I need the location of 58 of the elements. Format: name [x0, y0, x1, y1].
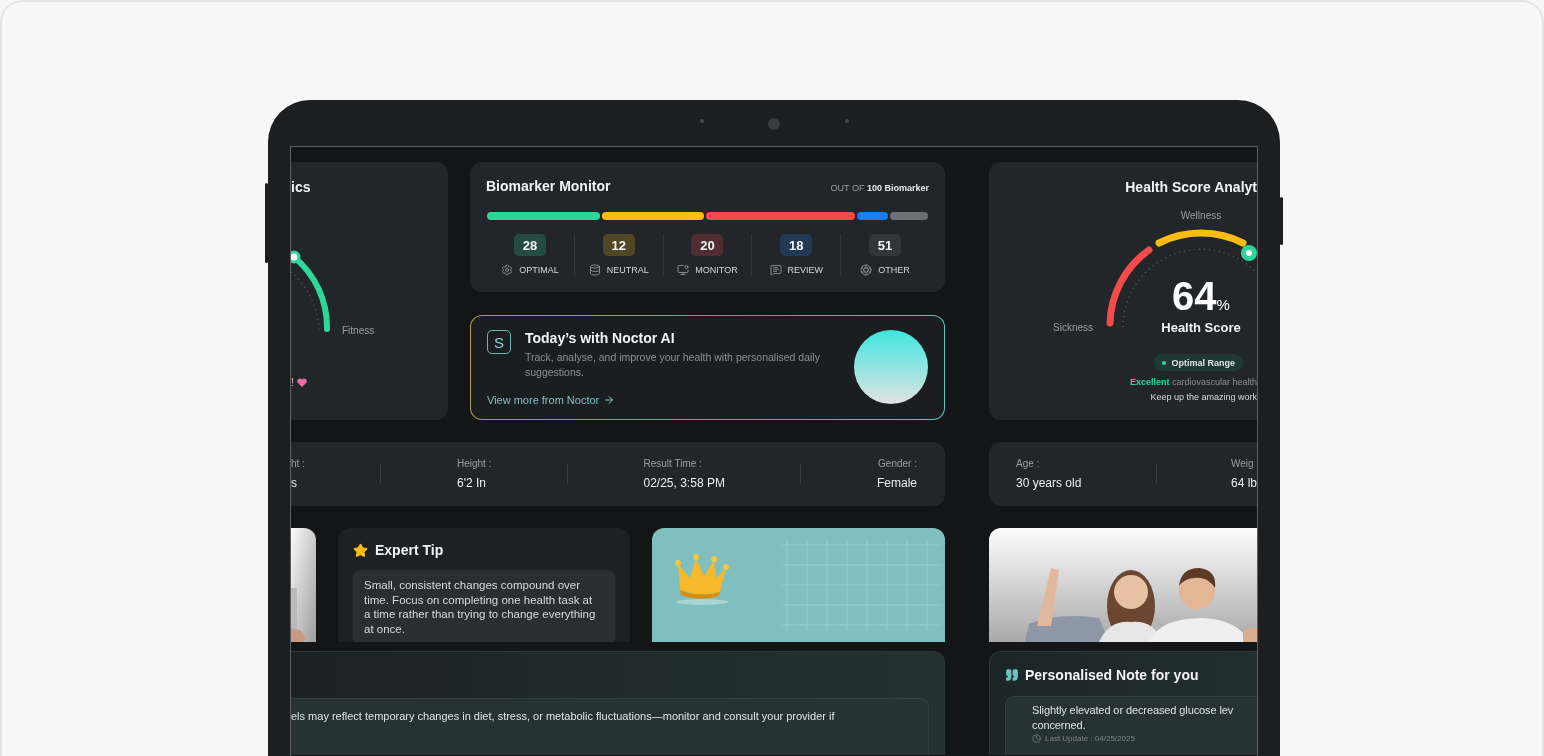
stat-value: 64 lb [1230, 476, 1257, 490]
stat-label: Weig [1230, 458, 1254, 469]
category-label: NEUTRAL [606, 265, 649, 275]
category-label: MONITOR [695, 265, 738, 275]
monitor-icon [677, 264, 690, 276]
count-badge: 18 [780, 234, 813, 256]
card-title: Expert Tip [375, 542, 444, 558]
gear-icon [501, 264, 514, 276]
encouragement-text: Keep up the amazing work [1150, 392, 1257, 402]
update-time: Last Update : 04/25/2025 [1045, 734, 1135, 743]
gauge-label: Fitness [342, 325, 375, 336]
arrow-right-icon [603, 394, 616, 406]
score-label: Health Score [1161, 320, 1241, 335]
message-icon [769, 264, 782, 276]
count-badge: 28 [513, 234, 546, 256]
health-message: Excellent cardiovascular health [1129, 377, 1257, 387]
stat-label: Result Time : [643, 458, 702, 469]
category-label: OPTIMAL [519, 265, 559, 275]
count-badge: 20 [691, 234, 724, 256]
stat-value: s [291, 476, 297, 490]
count-badge: 51 [869, 234, 902, 256]
sensor-dot [700, 119, 704, 123]
gauge-label: Sickness [1053, 322, 1093, 333]
stat-label: Height : [456, 458, 492, 469]
tip-text: Small, consistent changes compound over time. Focus on completing one health task at a time rather than trying to change everything at once. [364, 578, 597, 636]
gauge-label: Wellness [1180, 210, 1222, 221]
category-label: OTHER [878, 265, 910, 275]
card-description: Track, analyse, and improve your health with personalised daily suggestions. [525, 350, 821, 380]
status-badge: Optimal Range [1154, 354, 1243, 371]
sensor-dot [845, 119, 849, 123]
star-icon [353, 542, 368, 558]
insight-text: els may reflect temporary changes in diet, stress, or metabolic fluctuations—monitor and consult your provider if [291, 710, 836, 722]
stat-value: 02/25, 3:58 PM [643, 476, 725, 490]
stat-value: 30 years old [1016, 476, 1082, 490]
total-label: OUT OF 100 Biomarker [830, 183, 929, 193]
stat-value: 6'2 In [456, 476, 486, 490]
stat-label: ht : [291, 458, 305, 469]
card-title: Personalised Note for you [1025, 667, 1199, 683]
stat-label: Gender : [878, 458, 917, 469]
card-title: ics [291, 178, 312, 195]
stat-value: Female [876, 476, 917, 490]
category-label: REVIEW [787, 265, 824, 275]
logo-badge: S [487, 330, 511, 354]
clock-icon [1032, 734, 1041, 743]
card-title: Today’s with Noctor AI [525, 330, 676, 346]
view-more-link[interactable]: View more from Noctor [487, 394, 616, 406]
aperture-icon [860, 264, 873, 276]
camera-lens [768, 118, 780, 130]
note-text: ! [291, 377, 294, 388]
card-title: Biomarker Monitor [486, 178, 611, 194]
database-icon [588, 264, 601, 276]
health-score-value: 64% [1172, 274, 1230, 320]
card-title: Health Score Analyt [1125, 179, 1257, 195]
count-badge: 12 [602, 234, 635, 256]
quote-icon [1005, 668, 1019, 682]
stat-label: Age : [1016, 458, 1040, 469]
note-text: Slightly elevated or decreased glucose lev concerned. [1032, 703, 1235, 733]
heart-icon [296, 378, 307, 387]
